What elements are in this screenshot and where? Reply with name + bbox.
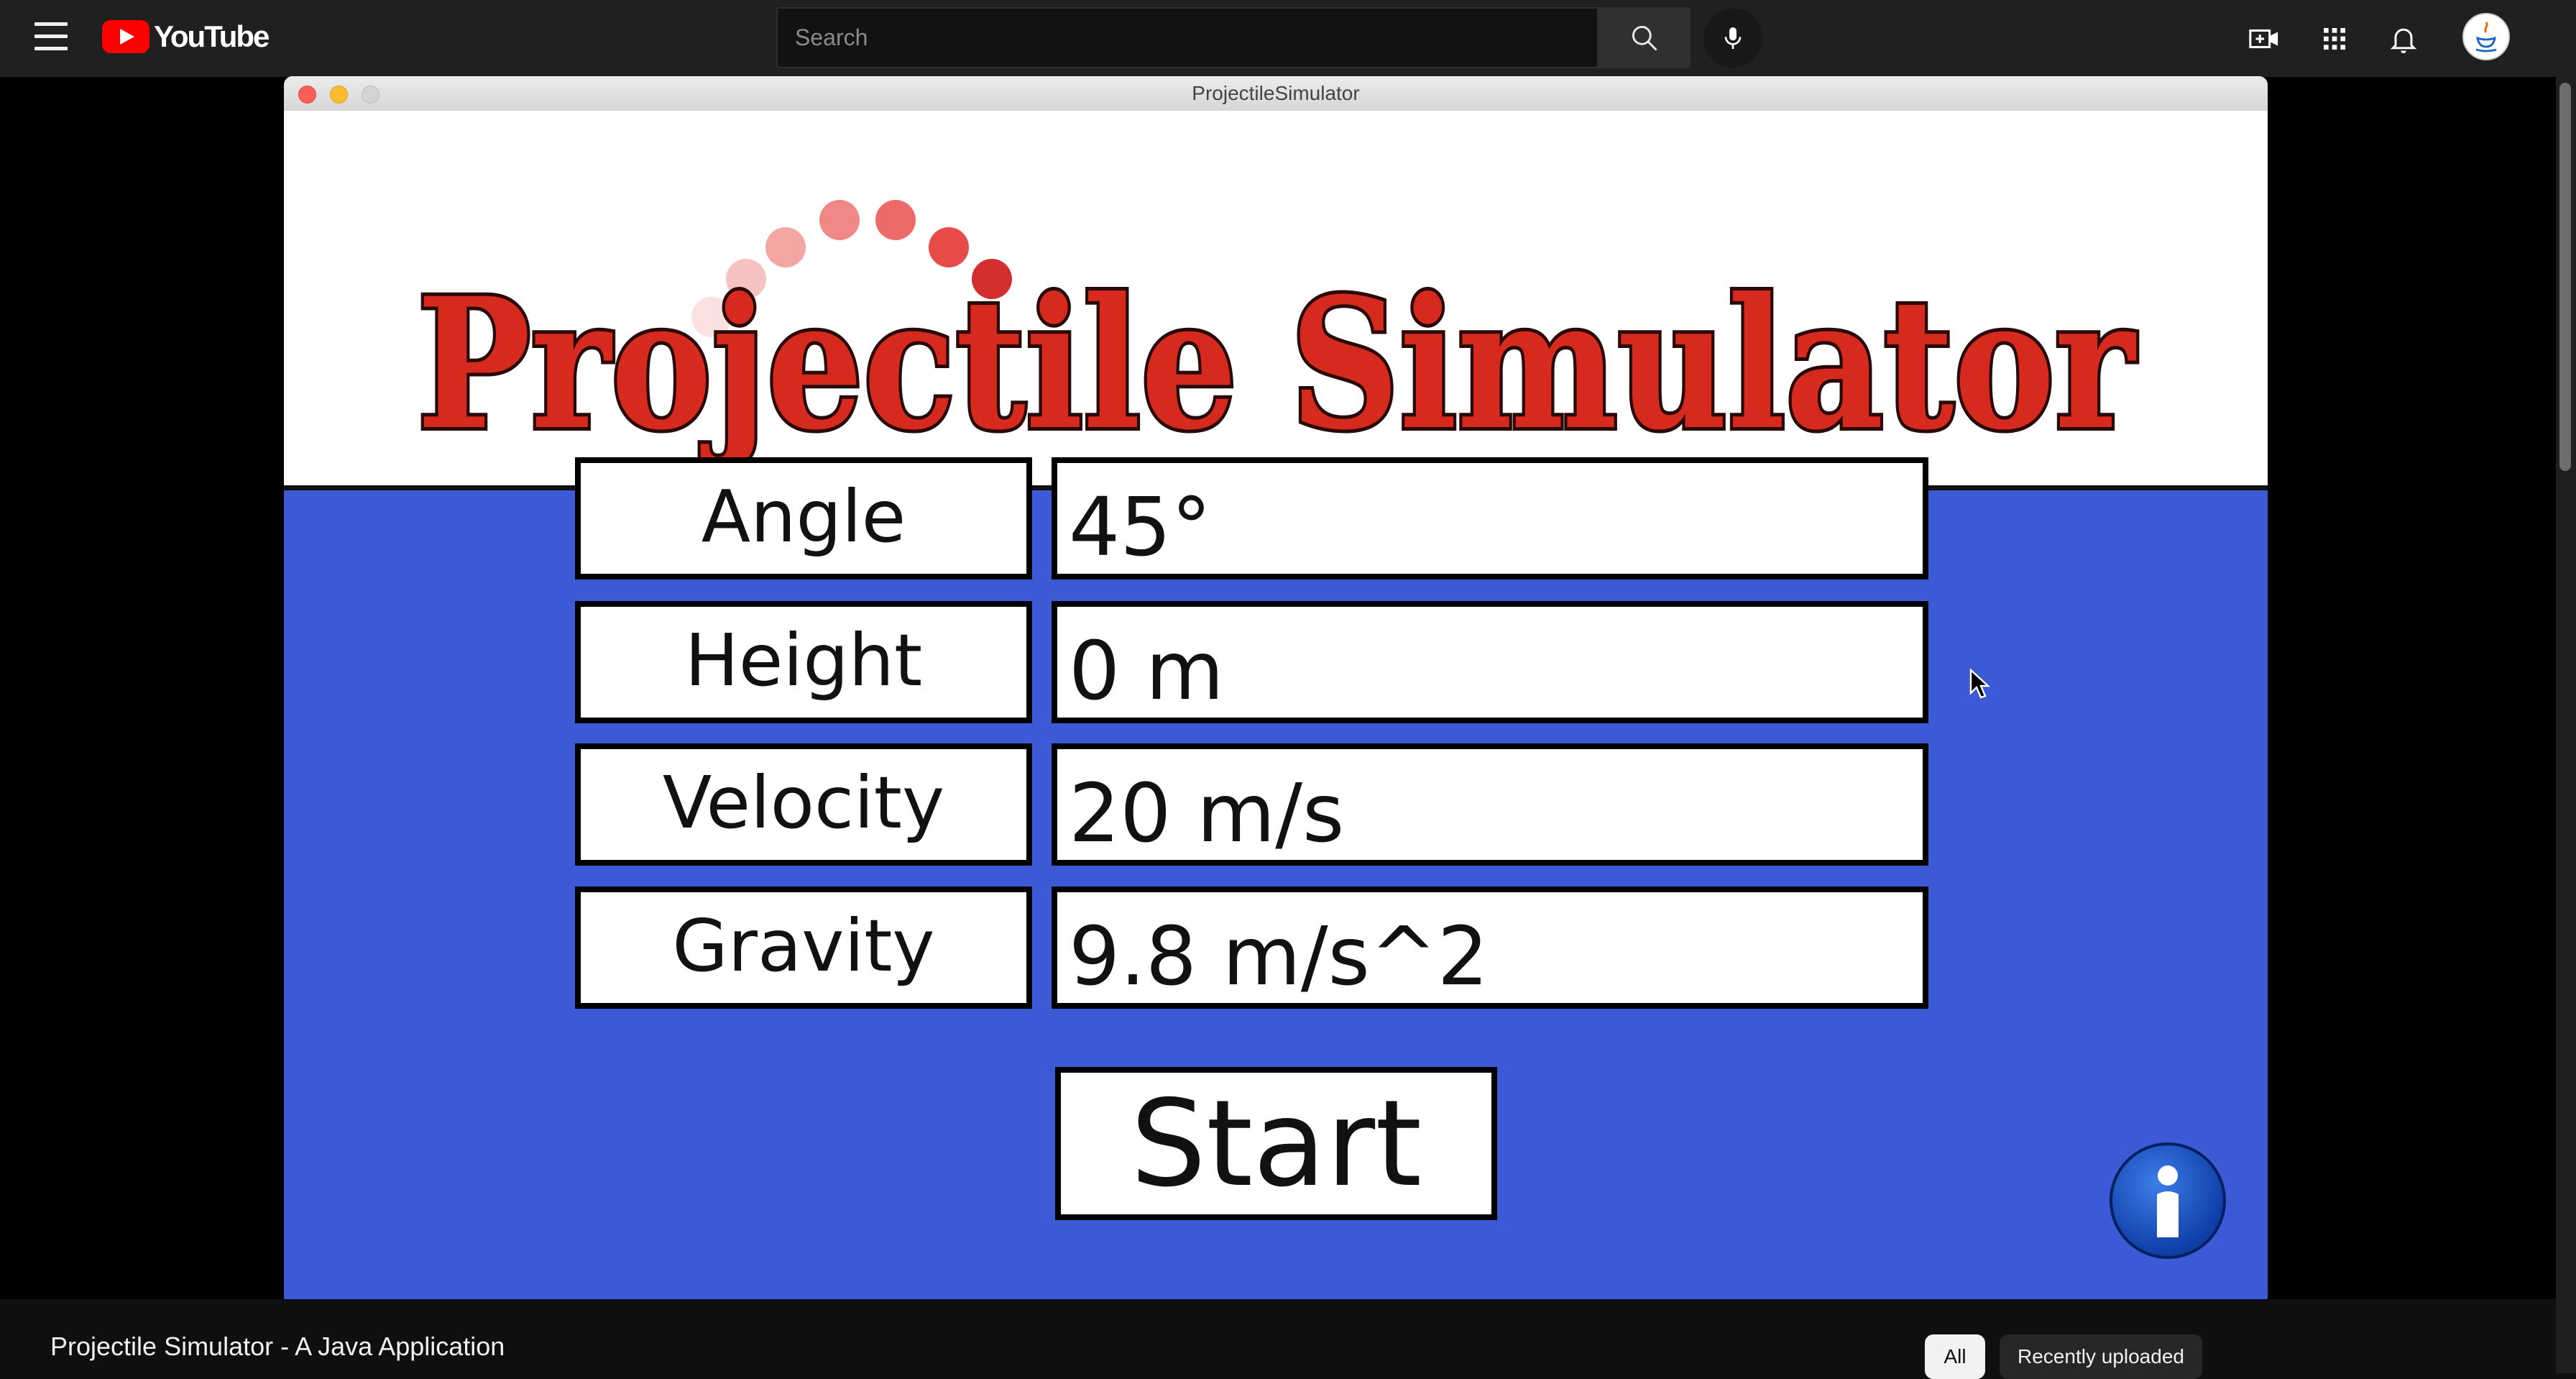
voice-search-button[interactable] <box>1703 9 1762 68</box>
height-label: Height <box>575 601 1032 723</box>
velocity-label: Velocity <box>575 743 1032 866</box>
arc-dot-icon <box>875 200 916 240</box>
height-field[interactable]: 0 m <box>1052 601 1928 723</box>
chip-all[interactable]: All <box>1925 1334 1985 1379</box>
title-banner: Projectile Simulator <box>284 111 2268 490</box>
youtube-header: YouTube <box>0 0 2576 77</box>
apps-grid-icon[interactable] <box>2314 19 2355 59</box>
youtube-logo[interactable]: YouTube <box>102 19 270 53</box>
banner-title: Projectile Simulator <box>417 258 2137 469</box>
search-button[interactable] <box>1598 7 1690 68</box>
angle-label: Angle <box>575 457 1032 579</box>
avatar[interactable] <box>2462 13 2510 60</box>
window-title: ProjectileSimulator <box>1192 82 1360 104</box>
mic-icon <box>1724 27 1742 49</box>
banner-graphic: Projectile Simulator <box>413 200 2140 473</box>
youtube-play-icon <box>102 20 150 53</box>
mouse-cursor-icon <box>1969 669 1991 699</box>
java-logo-icon <box>2475 22 2497 52</box>
scrollbar-thumb[interactable] <box>2559 83 2571 471</box>
gravity-field[interactable]: 9.8 m/s^2 <box>1052 886 1928 1009</box>
search-box <box>776 7 1598 68</box>
window-titlebar: ProjectileSimulator <box>284 76 2268 111</box>
angle-field[interactable]: 45° <box>1052 457 1928 579</box>
start-button[interactable]: Start <box>1055 1067 1497 1220</box>
gravity-label: Gravity <box>575 886 1032 1009</box>
youtube-logo-text: YouTube <box>154 19 270 53</box>
video-title: Projectile Simulator - A Java Applicatio… <box>50 1332 505 1361</box>
search-icon <box>1632 25 1657 51</box>
notifications-bell-icon[interactable] <box>2383 19 2424 59</box>
info-button[interactable] <box>2110 1142 2226 1259</box>
search-input[interactable] <box>778 9 1597 67</box>
menu-icon[interactable] <box>34 22 68 51</box>
create-video-icon[interactable] <box>2244 19 2284 59</box>
info-icon <box>2157 1165 2179 1237</box>
velocity-field[interactable]: 20 m/s <box>1052 743 1928 866</box>
arc-dot-icon <box>819 200 860 240</box>
chip-recently-uploaded[interactable]: Recently uploaded <box>2000 1334 2202 1379</box>
